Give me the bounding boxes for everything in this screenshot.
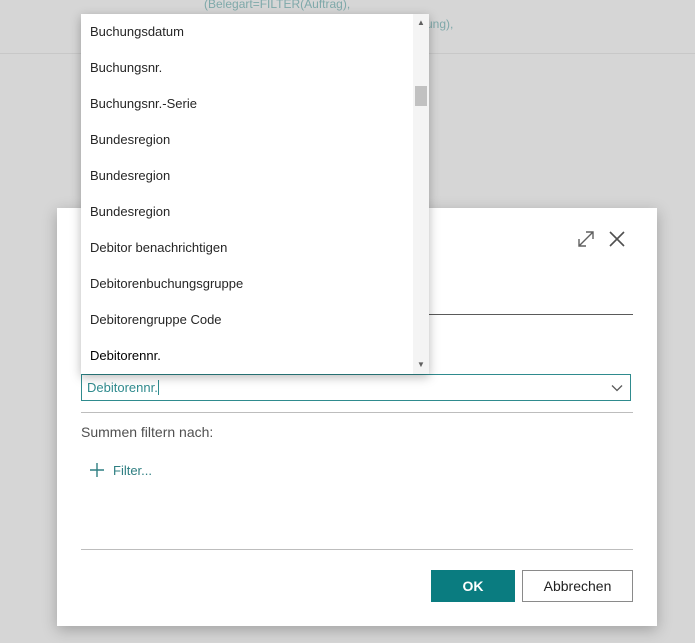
- totals-filter-label: Summen filtern nach:: [81, 424, 214, 440]
- footer-divider: [81, 549, 633, 550]
- list-item[interactable]: Buchungsdatum: [81, 14, 411, 50]
- expand-icon[interactable]: [575, 228, 597, 250]
- chevron-down-icon[interactable]: [610, 381, 624, 395]
- list-item[interactable]: Buchungsnr.: [81, 50, 411, 86]
- list-item[interactable]: Debitorenbuchungsgruppe: [81, 266, 411, 302]
- list-item[interactable]: Bundesregion: [81, 158, 411, 194]
- add-filter-label: Filter...: [113, 462, 153, 478]
- scrollbar-thumb[interactable]: [415, 86, 427, 106]
- plus-icon: [90, 463, 104, 477]
- close-icon[interactable]: [605, 227, 629, 251]
- field-select-value: Debitorennr.: [87, 380, 158, 395]
- list-item[interactable]: Debitorengruppe Code: [81, 302, 411, 338]
- scroll-up-icon[interactable]: ▲: [413, 16, 429, 30]
- text-caret: [157, 380, 159, 395]
- list-item[interactable]: Debitor benachrichtigen: [81, 230, 411, 266]
- list-item[interactable]: Bundesregion: [81, 122, 411, 158]
- list-item-selected[interactable]: Debitorennr.: [81, 338, 411, 374]
- cancel-button[interactable]: Abbrechen: [522, 570, 633, 602]
- add-filter-link[interactable]: Filter...: [89, 460, 152, 480]
- list-item[interactable]: Bundesregion: [81, 194, 411, 230]
- dropdown-scrollbar[interactable]: ▲ ▼: [413, 14, 429, 374]
- background-filter-text-1: (Belegart=FILTER(Auftrag),: [204, 0, 351, 11]
- field-select[interactable]: Debitorennr.: [81, 374, 631, 401]
- list-item[interactable]: Buchungsnr.-Serie: [81, 86, 411, 122]
- ok-button[interactable]: OK: [431, 570, 515, 602]
- divider: [81, 412, 633, 413]
- header-divider: [427, 314, 633, 315]
- scroll-down-icon[interactable]: ▼: [413, 358, 429, 372]
- field-dropdown-list[interactable]: Buchungsdatum Buchungsnr. Buchungsnr.-Se…: [81, 14, 429, 374]
